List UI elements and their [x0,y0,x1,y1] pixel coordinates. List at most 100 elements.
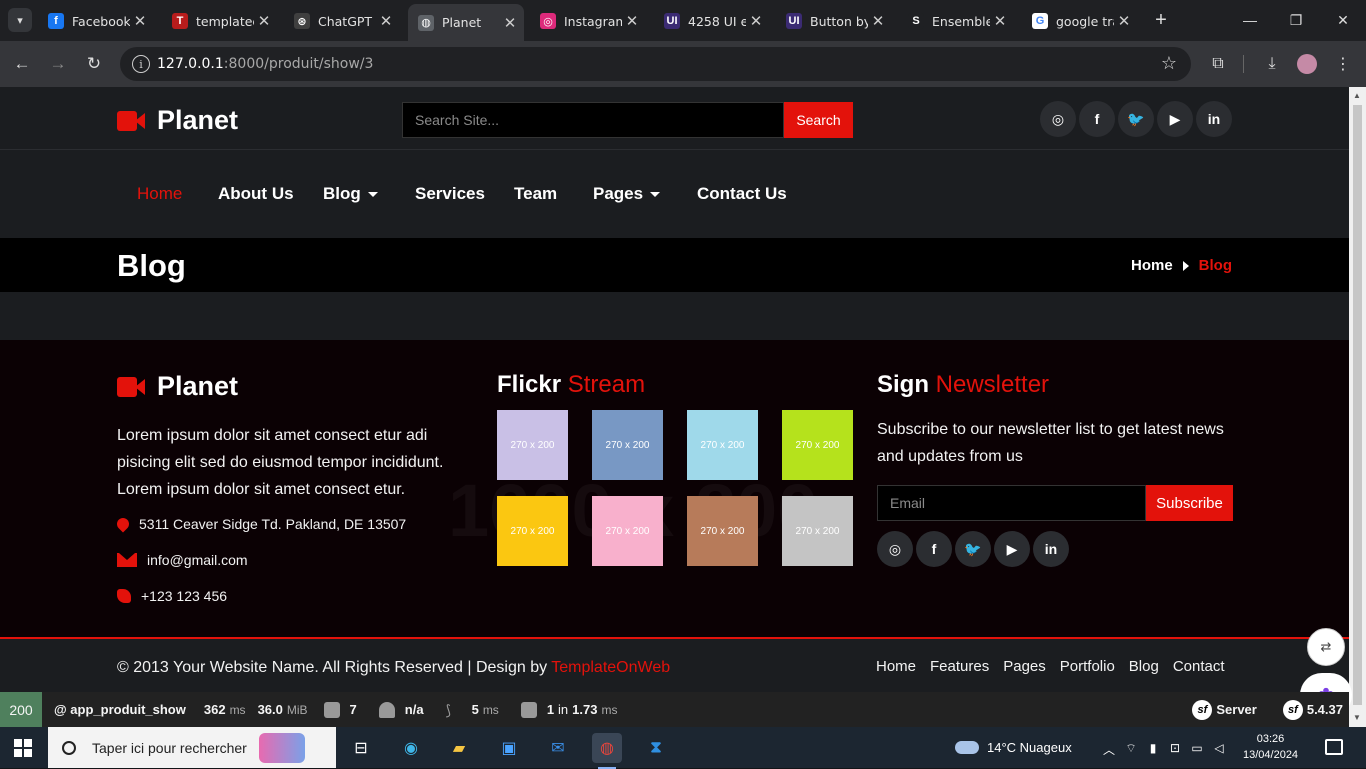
footer-link[interactable]: Blog [1129,658,1159,675]
omnibox[interactable]: i 127.0.0.1:8000/produit/show/3 ☆ [120,47,1191,81]
flickr-thumbnail[interactable]: 270 x 200 [687,496,758,566]
bookmark-star-icon[interactable]: ☆ [1161,53,1177,74]
chevron-up-icon[interactable]: ︿ [1102,741,1116,757]
site-logo[interactable]: Planet [117,105,238,136]
tab-close-icon[interactable]: ✕ [130,12,150,30]
flickr-thumbnail[interactable]: 270 x 200 [497,410,568,480]
nav-pages[interactable]: Pages [593,184,661,204]
twig-panel[interactable]: ⟆ 5 ms [446,702,499,718]
file-explorer-icon[interactable]: ▰ [444,733,474,763]
tab-close-icon[interactable]: ✕ [990,12,1010,30]
search-button[interactable]: Search [784,102,853,138]
reload-button[interactable]: ↻ [82,52,106,76]
scrollbar-thumb[interactable] [1353,105,1362,705]
instagram-icon[interactable]: ◎ [1040,101,1076,137]
edge-icon[interactable]: ◉ [396,733,426,763]
windows-start-icon[interactable] [14,739,32,757]
footer-link[interactable]: Portfolio [1060,658,1115,675]
route-panel[interactable]: @ app_produit_show [54,702,186,717]
weather-widget[interactable]: 14°C Nuageux [955,727,1072,768]
browser-tab[interactable]: UI Button by ✕ [776,6,892,36]
taskbar-search[interactable]: Taper ici pour rechercher [48,727,336,768]
version-panel[interactable]: sf 5.4.37 [1282,699,1343,720]
twitter-icon[interactable]: 🐦 [955,531,991,567]
taskbar-clock[interactable]: 03:26 13/04/2024 [1243,731,1298,763]
site-info-icon[interactable]: i [132,55,150,73]
database-panel[interactable]: 1 in 1.73 ms [520,701,617,718]
logs-panel[interactable]: 7 [323,701,357,718]
scroll-down-arrow[interactable]: ▼ [1353,713,1361,722]
nav-about[interactable]: About Us [218,184,294,204]
subscribe-button[interactable]: Subscribe [1146,485,1233,521]
tab-close-icon[interactable]: ✕ [376,12,396,30]
browser-tab[interactable]: UI 4258 UI el ✕ [654,6,770,36]
footer-link[interactable]: Contact [1173,658,1225,675]
browser-tab[interactable]: Ttemplatec ✕ [162,6,278,36]
notification-icon[interactable] [1325,739,1343,755]
browser-tab[interactable]: Ggoogle tra ✕ [1022,6,1138,36]
nav-services[interactable]: Services [415,184,485,204]
microphone-icon[interactable]: ▮ [1146,741,1160,755]
store-icon[interactable]: ▣ [494,733,524,763]
security-panel[interactable]: n/a [378,701,424,718]
browser-tab[interactable]: ◍ Planet ✕ [408,4,524,41]
extensions-icon[interactable]: ⧉ [1206,52,1230,76]
profile-avatar[interactable] [1295,52,1319,76]
browser-tab[interactable]: ⊛ ChatGPT ✕ [284,6,400,36]
search-input[interactable] [402,102,784,138]
forward-button[interactable]: → [46,52,70,76]
restore-button[interactable]: ❐ [1284,8,1308,32]
designer-link[interactable]: TemplateOnWeb [551,659,670,676]
linkedin-icon[interactable]: in [1033,531,1069,567]
tab-close-icon[interactable]: ✕ [622,12,642,30]
mail-icon[interactable]: ✉ [543,733,573,763]
linkedin-icon[interactable]: in [1196,101,1232,137]
flickr-thumbnail[interactable]: 270 x 200 [592,410,663,480]
email-text[interactable]: info@gmail.com [147,552,248,568]
time-panel[interactable]: 362 ms [204,702,246,717]
translate-extension-button[interactable]: ⇄ [1307,628,1345,666]
newsletter-email-input[interactable] [877,485,1146,521]
tab-close-icon[interactable]: ✕ [254,12,274,30]
browser-tab[interactable]: f Facebook ✕ [38,6,154,36]
footer-link[interactable]: Features [930,658,989,675]
tab-close-icon[interactable]: ✕ [500,14,520,32]
browser-tab[interactable]: S Ensemble ✕ [898,6,1014,36]
battery-icon[interactable]: ▭ [1190,741,1204,755]
security-icon[interactable]: ⊡ [1168,741,1182,755]
tab-search-button[interactable]: ▾ [8,8,32,32]
task-view-icon[interactable]: ⊟ [346,733,376,763]
footer-logo[interactable]: Planet [117,371,238,402]
flickr-thumbnail[interactable]: 270 x 200 [782,496,853,566]
browser-tab[interactable]: ◎ Instagram ✕ [530,6,646,36]
volume-icon[interactable]: ◁ [1212,741,1226,755]
facebook-icon[interactable]: f [1079,101,1115,137]
page-scrollbar[interactable]: ▲ ▼ [1349,87,1366,727]
nav-contact[interactable]: Contact Us [697,184,787,204]
nav-home[interactable]: Home [137,184,182,204]
footer-link[interactable]: Pages [1003,658,1046,675]
tab-close-icon[interactable]: ✕ [1114,12,1134,30]
youtube-icon[interactable]: ▶ [1157,101,1193,137]
wifi-icon[interactable]: ⌔ [1124,741,1138,755]
footer-link[interactable]: Home [876,658,916,675]
chrome-icon[interactable]: ◍ [592,733,622,769]
download-icon[interactable]: ⤓ [1260,52,1284,76]
instagram-icon[interactable]: ◎ [877,531,913,567]
breadcrumb-home[interactable]: Home [1131,257,1173,274]
memory-panel[interactable]: 36.0 MiB [258,702,308,717]
browser-menu-icon[interactable]: ⋮ [1331,52,1355,76]
flickr-thumbnail[interactable]: 270 x 200 [497,496,568,566]
minimize-button[interactable]: — [1238,8,1262,32]
close-window-button[interactable]: ✕ [1331,8,1355,32]
youtube-icon[interactable]: ▶ [994,531,1030,567]
flickr-thumbnail[interactable]: 270 x 200 [782,410,853,480]
tab-close-icon[interactable]: ✕ [746,12,766,30]
flickr-thumbnail[interactable]: 270 x 200 [592,496,663,566]
status-code-badge[interactable]: 200 [0,692,42,727]
back-button[interactable]: ← [10,52,34,76]
url-text[interactable]: 127.0.0.1:8000/produit/show/3 [157,56,373,72]
new-tab-button[interactable]: + [1150,8,1172,32]
vscode-icon[interactable]: ⧗ [641,733,671,763]
scroll-up-arrow[interactable]: ▲ [1353,91,1361,100]
